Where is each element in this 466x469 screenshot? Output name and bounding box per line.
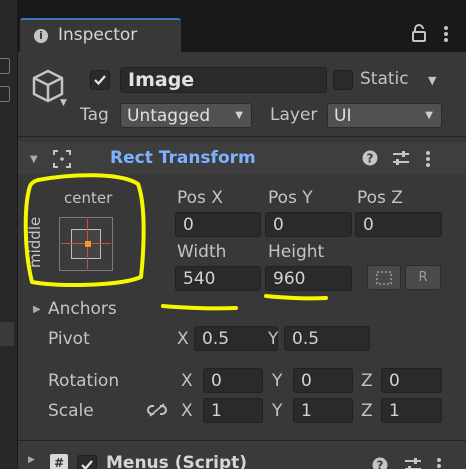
- scale-x-field[interactable]: 1: [203, 398, 263, 423]
- chevron-down-icon: ▼: [425, 110, 433, 121]
- rotation-x-label: X: [181, 371, 193, 391]
- pos-y-field[interactable]: 0: [265, 212, 352, 237]
- component-kebab-menu-icon[interactable]: [436, 457, 442, 469]
- static-dropdown-arrow-icon[interactable]: ▼: [428, 74, 436, 87]
- pos-y-label: Pos Y: [268, 188, 313, 208]
- scale-z-label: Z: [361, 401, 373, 421]
- tag-value: Untagged: [127, 105, 211, 126]
- pivot-label: Pivot: [48, 329, 90, 349]
- rotation-y-field[interactable]: 0: [293, 368, 353, 393]
- pos-z-label: Pos Z: [357, 188, 403, 208]
- tab-inspector[interactable]: i Inspector: [20, 18, 181, 52]
- pos-x-field[interactable]: 0: [175, 212, 261, 237]
- layer-label: Layer: [270, 105, 318, 125]
- rect-transform-title: Rect Transform: [110, 148, 256, 168]
- chevron-down-icon: ▼: [235, 110, 243, 121]
- adjacent-panel-strip: [0, 0, 18, 469]
- preset-sliders-icon[interactable]: [392, 150, 410, 171]
- component-kebab-menu-icon[interactable]: [425, 150, 431, 173]
- layer-dropdown[interactable]: UI ▼: [327, 103, 442, 128]
- blueprint-mode-button[interactable]: [367, 265, 401, 290]
- pos-z-field[interactable]: 0: [355, 212, 442, 237]
- width-label: Width: [177, 242, 227, 262]
- constrain-proportions-icon[interactable]: [147, 402, 167, 423]
- scale-z-field[interactable]: 1: [381, 398, 442, 423]
- raw-edit-label: R: [418, 270, 428, 285]
- foldout-arrow-icon[interactable]: ▼: [30, 154, 38, 165]
- info-icon: i: [34, 29, 48, 43]
- next-component-title: Menus (Script): [106, 453, 248, 469]
- object-name-field[interactable]: Image: [120, 67, 327, 93]
- height-label: Height: [268, 242, 325, 262]
- icon-dropdown-arrow-icon[interactable]: ▼: [60, 98, 67, 108]
- divider: [18, 136, 466, 137]
- tab-label: Inspector: [58, 25, 138, 45]
- rotation-y-label: Y: [272, 371, 283, 391]
- help-icon[interactable]: ?: [362, 150, 378, 171]
- script-enabled-checkbox[interactable]: [77, 455, 97, 469]
- static-label: Static: [360, 69, 409, 89]
- pivot-x-label: X: [177, 329, 189, 349]
- scale-y-label: Y: [272, 401, 283, 421]
- layer-value: UI: [334, 105, 352, 126]
- lock-icon[interactable]: [412, 24, 426, 47]
- scale-x-label: X: [181, 401, 193, 421]
- svg-text:?: ?: [377, 459, 384, 469]
- help-icon[interactable]: ?: [372, 457, 388, 469]
- preset-sliders-icon[interactable]: [404, 457, 422, 469]
- static-checkbox[interactable]: [333, 70, 353, 90]
- anchors-foldout-arrow-icon[interactable]: ▶: [33, 304, 41, 315]
- tag-label: Tag: [80, 105, 109, 125]
- anchor-vertical-label: middle: [26, 216, 44, 268]
- pivot-x-field[interactable]: 0.5: [194, 326, 278, 351]
- foldout-arrow-icon[interactable]: ▶: [28, 455, 35, 465]
- rotation-x-field[interactable]: 0: [203, 368, 263, 393]
- anchors-label[interactable]: Anchors: [48, 299, 117, 319]
- height-field[interactable]: 960: [265, 266, 352, 291]
- panel-button-icon[interactable]: [0, 86, 10, 102]
- rotation-label: Rotation: [48, 371, 120, 391]
- checkmark-icon: [94, 75, 106, 86]
- checkmark-icon: [81, 460, 93, 469]
- scale-y-field[interactable]: 1: [293, 398, 353, 423]
- pivot-y-field[interactable]: 0.5: [284, 326, 370, 351]
- panel-button-icon[interactable]: [0, 58, 10, 74]
- rotation-z-label: Z: [361, 371, 373, 391]
- rotation-z-field[interactable]: 0: [381, 368, 442, 393]
- raw-edit-button[interactable]: R: [405, 265, 441, 290]
- blueprint-icon: [376, 270, 392, 285]
- pivot-y-label: Y: [268, 329, 279, 349]
- script-icon: #: [50, 454, 68, 469]
- kebab-menu-icon[interactable]: [443, 25, 449, 48]
- tag-dropdown[interactable]: Untagged ▼: [120, 103, 252, 128]
- rect-transform-icon: [52, 149, 72, 174]
- anchor-horizontal-label: center: [64, 189, 113, 207]
- width-field[interactable]: 540: [175, 266, 261, 291]
- pos-x-label: Pos X: [177, 188, 223, 208]
- selected-row-marker: [0, 322, 14, 346]
- active-checkbox[interactable]: [90, 70, 110, 90]
- pivot-marker: [85, 241, 91, 247]
- scale-label: Scale: [48, 401, 94, 421]
- svg-text:?: ?: [367, 152, 374, 166]
